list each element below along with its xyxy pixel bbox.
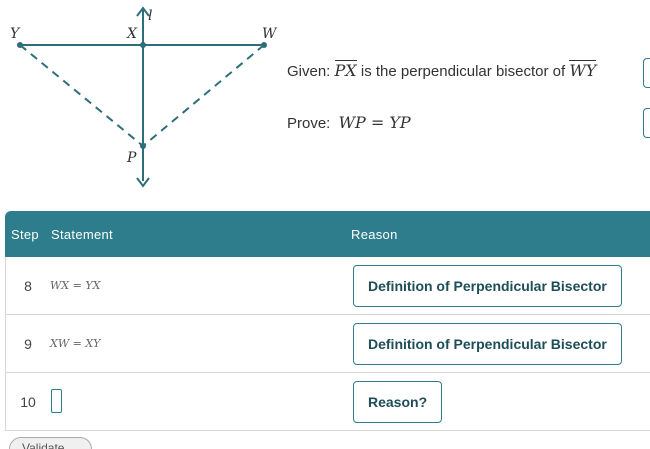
statement-text: WX = YX: [50, 279, 101, 292]
proof-table: Step Statement Reason 8 WX = YX Definiti…: [5, 211, 650, 431]
prove-prefix: Prove:: [287, 115, 331, 132]
given-input-box[interactable]: [643, 58, 650, 88]
reason-button[interactable]: Definition of Perpendicular Bisector: [353, 323, 622, 365]
point-x: [140, 42, 146, 48]
given-prefix: Given:: [287, 63, 331, 80]
prove-expression: WP = YP: [338, 113, 411, 132]
prove-statement: Prove: WP = YP: [287, 113, 411, 132]
point-p: [140, 143, 146, 149]
reason-button[interactable]: Definition of Perpendicular Bisector: [353, 265, 622, 307]
label-p: P: [126, 150, 137, 166]
given-statement: Given: PX is the perpendicular bisector …: [287, 60, 597, 80]
statement-text: XW = XY: [50, 337, 101, 350]
label-w: W: [262, 26, 278, 42]
table-row: 9 XW = XY Definition of Perpendicular Bi…: [5, 315, 650, 373]
label-y: Y: [10, 26, 21, 42]
step-number: 9: [24, 336, 32, 352]
geometry-figure: Y X W l P: [10, 6, 278, 188]
label-l: l: [148, 8, 152, 24]
table-row: 10 Reason?: [5, 373, 650, 431]
reason-button[interactable]: Reason?: [353, 381, 443, 423]
column-step: Step: [11, 227, 39, 242]
segment-yp: [19, 44, 144, 147]
point-w: [261, 42, 267, 48]
given-segment-px: PX: [334, 60, 357, 80]
given-segment-wy: WY: [569, 60, 597, 80]
point-y: [17, 42, 23, 48]
statement-input[interactable]: [51, 389, 62, 413]
prove-input-box[interactable]: [643, 108, 650, 138]
table-header: Step Statement Reason: [5, 211, 650, 257]
table-row: 8 WX = YX Definition of Perpendicular Bi…: [5, 257, 650, 315]
column-statement: Statement: [51, 227, 113, 242]
segment-wp: [142, 44, 265, 147]
given-text: is the perpendicular bisector of: [360, 63, 566, 80]
validate-button[interactable]: Validate: [9, 437, 92, 449]
column-reason: Reason: [351, 227, 398, 242]
step-number: 8: [24, 278, 32, 294]
label-x: X: [126, 26, 138, 42]
step-number: 10: [20, 394, 36, 410]
